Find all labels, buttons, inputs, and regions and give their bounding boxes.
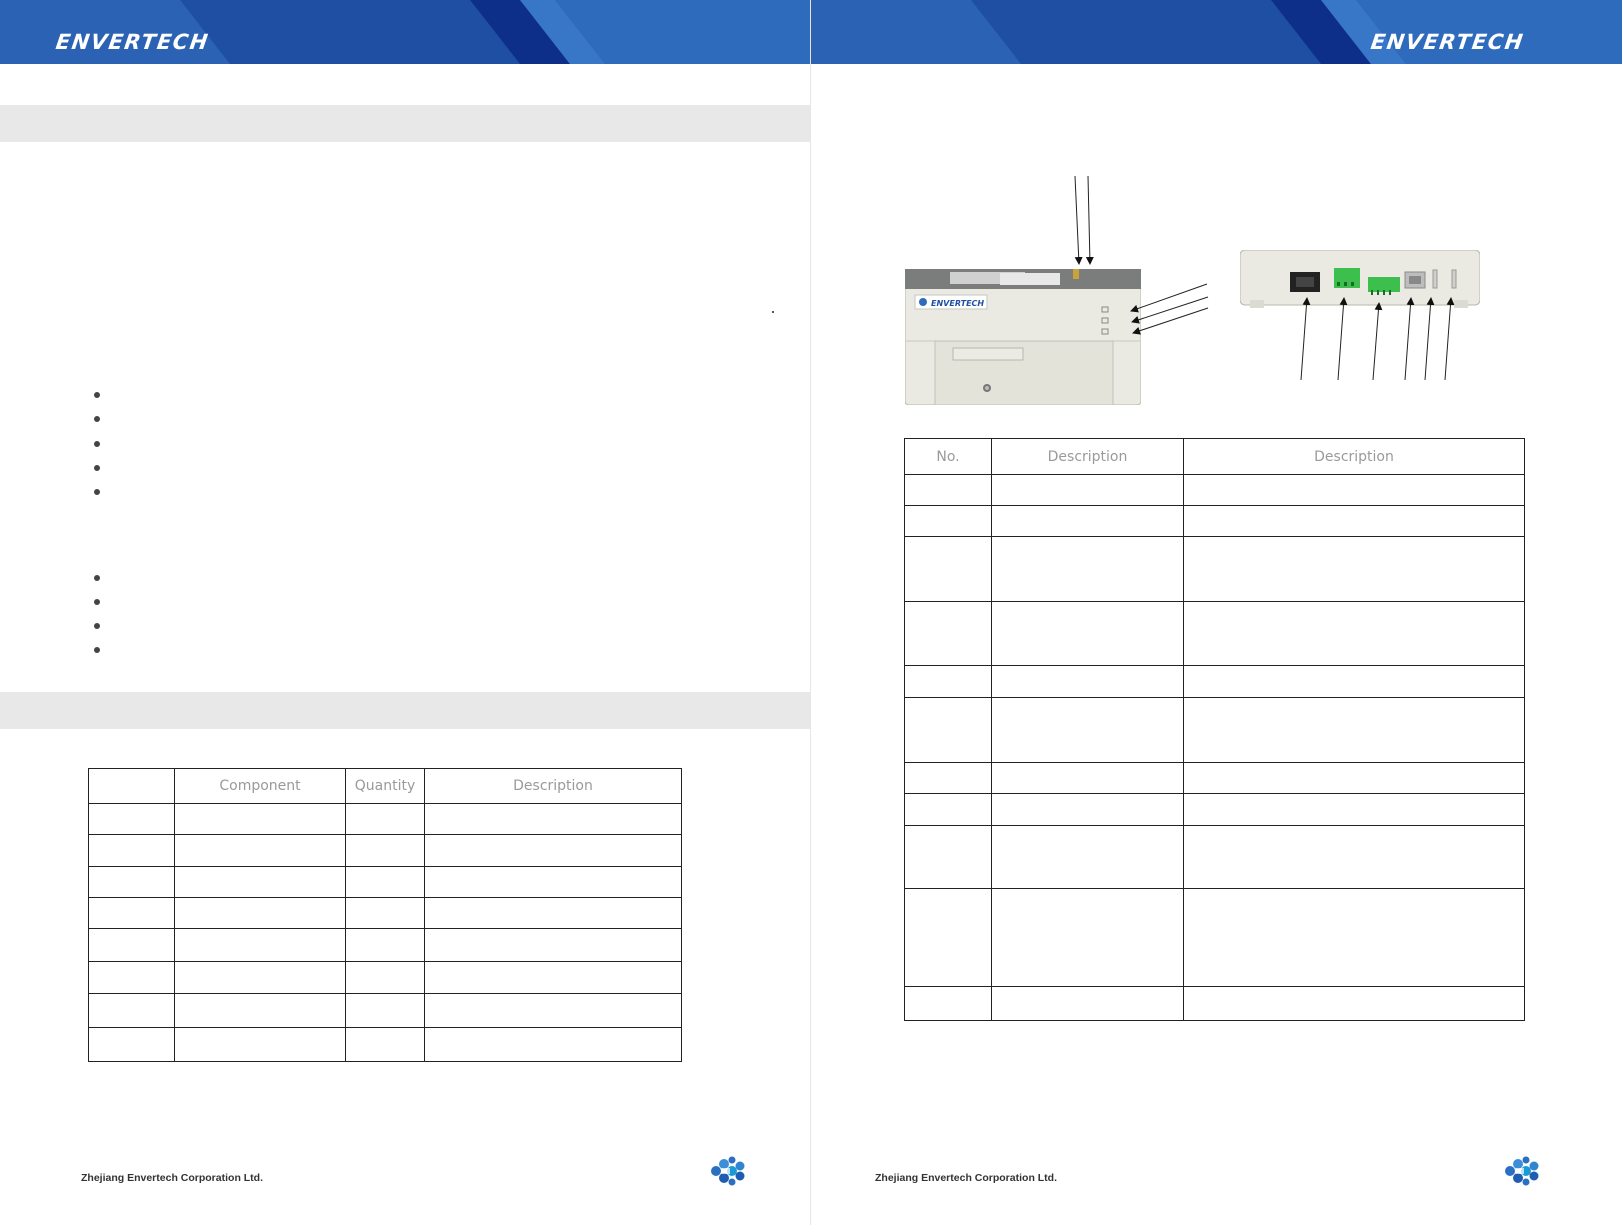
table-row [904, 825, 1525, 889]
table-header-row: No. Description Description [904, 438, 1525, 475]
envertech-logo-icon [1502, 1156, 1542, 1190]
column-header: Description [424, 768, 682, 804]
table-row [88, 928, 682, 962]
bullet-point [94, 599, 100, 605]
table-header-row: Component Quantity Description [88, 768, 682, 804]
header-band-right: ENVERTECH [811, 0, 1622, 64]
device-side-image [1239, 249, 1481, 312]
table-row [904, 697, 1525, 763]
table-row [904, 793, 1525, 826]
bullet-point [94, 623, 100, 629]
bullet-point [94, 647, 100, 653]
header-band-left: ENVERTECH [0, 0, 811, 64]
table-row [904, 762, 1525, 794]
column-header: Quantity [345, 768, 425, 804]
bullet-point [94, 392, 100, 398]
brand-logo: ENVERTECH [54, 30, 211, 54]
page-divider [810, 0, 811, 1225]
table-row [904, 986, 1525, 1021]
device-brand-text: ENVERTECH [931, 299, 984, 308]
table-row [904, 536, 1525, 602]
device-front-image: ENVERTECH [904, 258, 1142, 409]
table-row [88, 834, 682, 867]
table-row [88, 897, 682, 929]
column-header: Description [991, 438, 1184, 475]
table-row [88, 961, 682, 994]
footer-company-name: Zhejiang Envertech Corporation Ltd. [875, 1172, 1058, 1184]
table-row [88, 866, 682, 898]
bullet-point [94, 416, 100, 422]
left-page: ENVERTECH Component Quantity Description… [0, 0, 811, 1225]
bullet-point [94, 575, 100, 581]
table-row [904, 888, 1525, 987]
brand-logo: ENVERTECH [1369, 30, 1526, 54]
section-header-bar [0, 105, 811, 142]
column-header [88, 768, 175, 804]
stray-mark [772, 311, 774, 313]
table-row [88, 1027, 682, 1062]
description-table: No. Description Description [904, 438, 1525, 1021]
table-row [88, 993, 682, 1028]
column-header: No. [904, 438, 992, 475]
table-row [904, 505, 1525, 537]
column-header: Description [1183, 438, 1525, 475]
bullet-point [94, 465, 100, 471]
table-row [904, 665, 1525, 698]
table-row [88, 803, 682, 835]
footer-company-name: Zhejiang Envertech Corporation Ltd. [81, 1172, 264, 1184]
section-header-bar [0, 692, 811, 729]
table-row [904, 474, 1525, 506]
bullet-point [94, 489, 100, 495]
components-table: Component Quantity Description [88, 768, 682, 1062]
bullet-point [94, 441, 100, 447]
table-row [904, 601, 1525, 666]
envertech-logo-icon [708, 1156, 748, 1190]
column-header: Component [174, 768, 346, 804]
